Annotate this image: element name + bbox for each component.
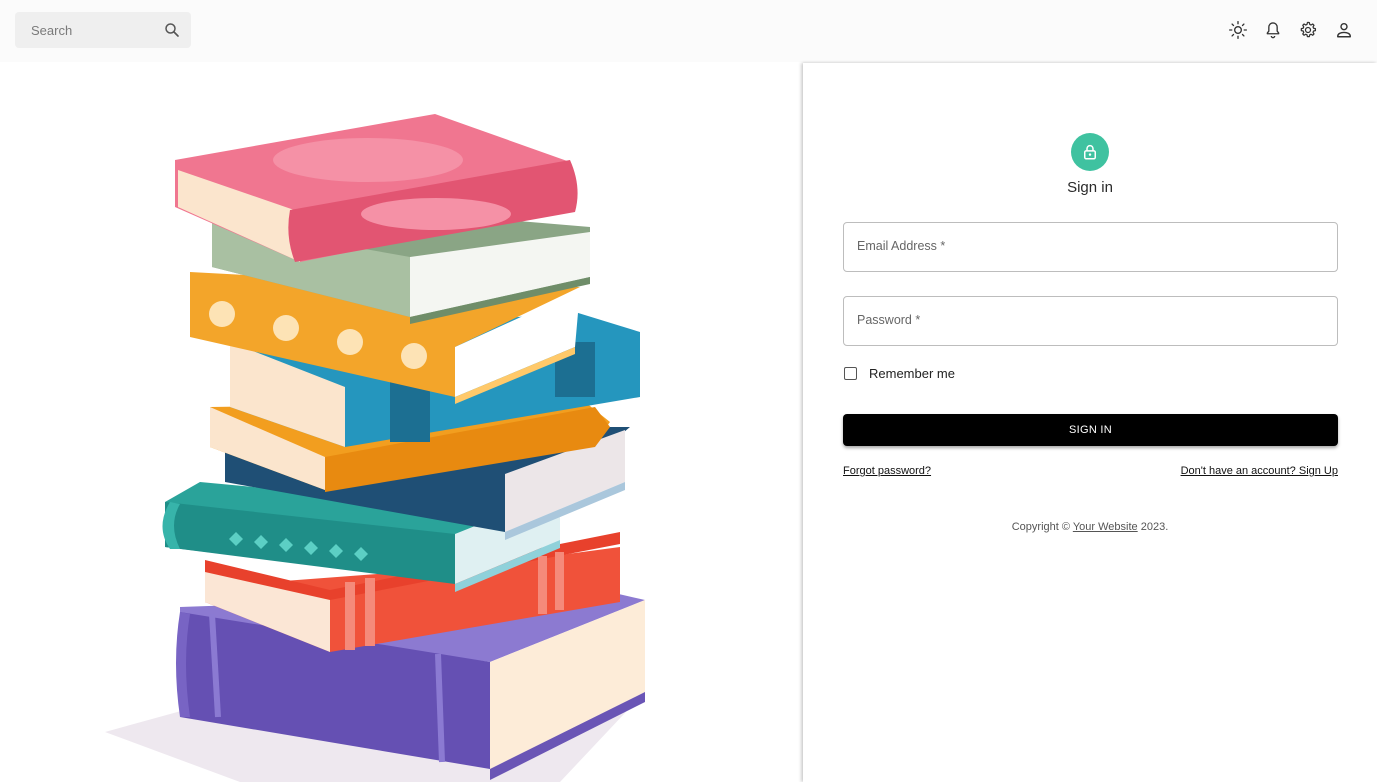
remember-me[interactable]: Remember me (843, 364, 955, 382)
right-edge (1377, 0, 1383, 782)
copyright-prefix: Copyright © (1011, 521, 1073, 533)
forgot-password-link[interactable]: Forgot password? (843, 465, 931, 477)
lock-avatar (1071, 133, 1109, 171)
notifications-button[interactable] (1262, 19, 1284, 41)
sign-in-button[interactable]: SIGN IN (843, 414, 1338, 446)
sign-up-link[interactable]: Don't have an account? Sign Up (1181, 465, 1338, 477)
sun-icon (1229, 21, 1247, 39)
sign-in-title: Sign in (1067, 179, 1113, 196)
top-bar (0, 0, 1383, 62)
search-input[interactable] (31, 22, 151, 38)
book-stack-image (105, 114, 645, 782)
search-bar[interactable] (15, 12, 191, 48)
search-icon[interactable] (163, 21, 181, 39)
settings-button[interactable] (1297, 19, 1319, 41)
website-link[interactable]: Your Website (1073, 521, 1138, 533)
email-field[interactable]: Email Address * (843, 222, 1338, 272)
sign-in-panel: Sign in Email Address * Password * Remem… (803, 63, 1377, 782)
remember-me-label: Remember me (869, 365, 955, 381)
password-field[interactable]: Password * (843, 296, 1338, 346)
bell-icon (1266, 22, 1280, 39)
lock-icon (1084, 144, 1096, 160)
password-label: Password * (857, 313, 921, 327)
email-label: Email Address * (857, 239, 946, 253)
books-illustration (0, 62, 803, 782)
account-button[interactable] (1333, 19, 1355, 41)
person-icon (1337, 22, 1351, 38)
copyright-suffix: 2023. (1137, 521, 1169, 533)
gear-icon (1300, 21, 1317, 38)
theme-toggle-button[interactable] (1227, 19, 1249, 41)
copyright: Copyright © Your Website 2023. (803, 521, 1377, 533)
remember-me-checkbox[interactable] (844, 366, 857, 380)
